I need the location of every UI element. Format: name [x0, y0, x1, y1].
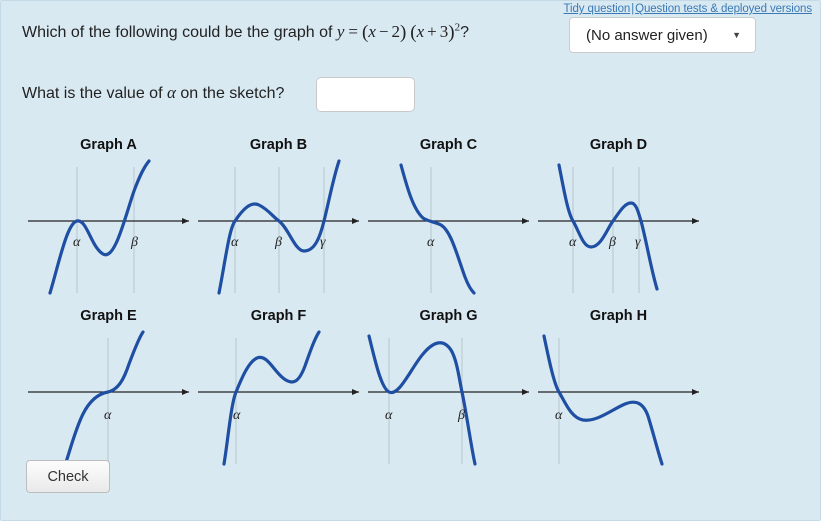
label-alpha: α — [385, 408, 393, 423]
eq-equals: = — [348, 22, 358, 41]
graph-card-a: Graph A α β — [21, 137, 196, 297]
question-1-prefix: Which of the following could be the grap… — [22, 24, 337, 41]
x-axis-arrow — [182, 389, 189, 395]
eq-open-paren-2: ( — [410, 22, 417, 43]
chevron-down-icon: ▼ — [732, 29, 741, 40]
question-page: Tidy question|Question tests & deployed … — [0, 0, 821, 521]
graph-card-f: Graph F α — [191, 308, 366, 468]
alpha-value-input[interactable] — [316, 77, 415, 112]
eq-open-paren-1: ( — [362, 22, 369, 43]
curve-g — [367, 334, 477, 466]
label-alpha: α — [427, 235, 435, 250]
question-2-prefix: What is the value of — [22, 85, 167, 102]
label-beta: β — [608, 235, 616, 250]
x-axis-arrow — [692, 218, 699, 224]
graph-svg-a: α β — [28, 159, 189, 295]
graph-card-c: Graph C α — [361, 137, 536, 297]
top-links: Tidy question|Question tests & deployed … — [564, 3, 813, 15]
answer-dropdown-value: (No answer given) — [586, 26, 708, 44]
curve-e — [64, 330, 145, 464]
answer-dropdown[interactable]: (No answer given) ▼ — [569, 17, 756, 53]
label-beta: β — [457, 408, 465, 423]
label-alpha: α — [73, 235, 81, 250]
graph-card-h: Graph H α — [531, 308, 706, 468]
eq-minus: − — [378, 22, 389, 41]
curve-c — [399, 163, 476, 295]
eq-x-1: x — [368, 22, 376, 41]
x-axis-arrow — [352, 218, 359, 224]
question-2-text: What is the value of α on the sketch? — [22, 83, 284, 103]
x-axis-arrow — [692, 389, 699, 395]
question-1-suffix: ? — [460, 24, 469, 41]
x-axis-arrow — [182, 218, 189, 224]
graph-card-g: Graph G α β — [361, 308, 536, 468]
question-2-suffix: on the sketch? — [175, 85, 285, 102]
graph-svg-e: α — [28, 330, 189, 464]
label-alpha: α — [231, 235, 239, 250]
question-1-text: Which of the following could be the grap… — [22, 21, 469, 43]
graph-svg-f: α — [198, 330, 359, 466]
alpha-symbol: α — [166, 83, 176, 102]
question-tests-link[interactable]: Question tests & deployed versions — [635, 3, 812, 15]
eq-plus: + — [427, 22, 437, 41]
label-alpha: α — [569, 235, 577, 250]
graph-svg-c: α — [368, 163, 529, 295]
label-gamma: γ — [635, 235, 641, 250]
curve-d — [557, 163, 659, 291]
graph-svg-h: α — [538, 334, 699, 466]
label-gamma: γ — [320, 235, 326, 250]
label-alpha: α — [233, 408, 241, 423]
eq-close-paren-2: ) — [448, 22, 455, 43]
label-alpha: α — [104, 408, 112, 423]
curve-h — [542, 334, 664, 466]
label-beta: β — [274, 235, 282, 250]
graph-svg-b: α β γ — [198, 159, 359, 295]
graph-card-b: Graph B α β γ — [191, 137, 366, 297]
label-alpha: α — [555, 408, 563, 423]
x-axis-arrow — [522, 389, 529, 395]
check-button[interactable]: Check — [26, 460, 110, 493]
eq-two: 2 — [391, 22, 400, 41]
graph-card-d: Graph D α β γ — [531, 137, 706, 297]
x-axis-arrow — [522, 218, 529, 224]
graph-card-e: Graph E α — [21, 308, 196, 468]
curve-f — [222, 330, 321, 466]
graph-svg-g: α β — [367, 334, 529, 466]
label-beta: β — [130, 235, 138, 250]
graph-svg-d: α β γ — [538, 163, 699, 293]
eq-close-paren-1: ) — [399, 22, 407, 43]
tidy-question-link[interactable]: Tidy question — [564, 3, 631, 15]
x-axis-arrow — [352, 389, 359, 395]
eq-three: 3 — [439, 22, 449, 41]
